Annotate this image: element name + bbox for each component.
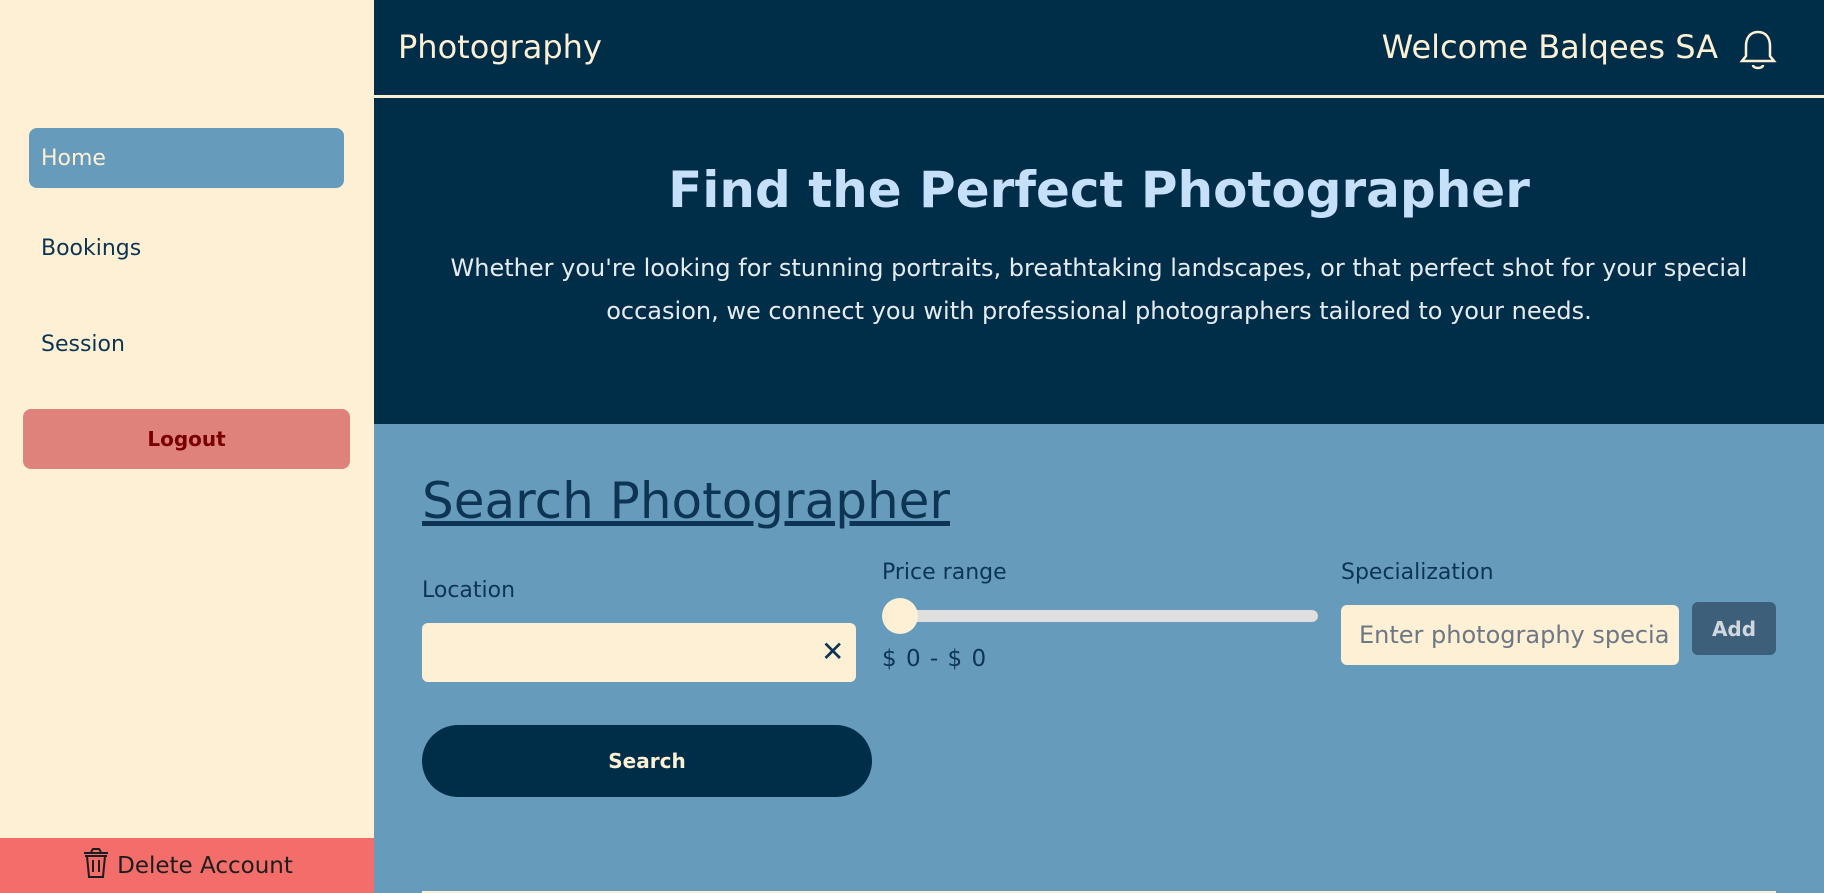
hero-section: Find the Perfect Photographer Whether yo… [374,101,1824,424]
app-title: Photography [398,28,602,66]
bell-icon[interactable] [1738,28,1778,72]
clear-location-icon[interactable]: ✕ [821,637,844,667]
sidebar-item-label: Bookings [41,235,142,261]
hero-description: Whether you're looking for stunning port… [450,254,1748,325]
trash-icon [81,847,111,885]
price-slider-handle[interactable] [882,598,918,634]
sidebar-item-home[interactable]: Home [29,128,344,188]
price-slider-track[interactable] [902,610,1318,622]
sidebar-item-label: Home [41,145,106,171]
price-range-value: $ 0 - $ 0 [882,646,988,672]
price-range-label: Price range [882,560,1007,585]
sidebar-item-bookings[interactable]: Bookings [29,218,344,278]
specialization-label: Specialization [1341,560,1494,585]
search-section: Search Photographer Location ✕ Price ran… [374,424,1824,893]
welcome-text: Welcome Balqees SA [1381,28,1718,66]
hero-heading: Find the Perfect Photographer [668,161,1530,219]
specialization-input[interactable] [1341,605,1679,665]
add-specialization-button[interactable]: Add [1692,602,1776,655]
location-input[interactable] [422,623,856,682]
logout-button[interactable]: Logout [23,409,350,469]
sidebar-item-label: Session [41,331,125,357]
top-bar: Photography Welcome Balqees SA [374,0,1824,98]
search-button[interactable]: Search [422,725,872,797]
sidebar-item-session[interactable]: Session [29,314,344,374]
search-heading: Search Photographer [422,472,950,530]
delete-account-label: Delete Account [117,852,293,879]
delete-account-button[interactable]: Delete Account [0,838,374,893]
location-label: Location [422,578,516,603]
sidebar: Home Bookings Session Logout Delete Acco… [0,0,374,893]
